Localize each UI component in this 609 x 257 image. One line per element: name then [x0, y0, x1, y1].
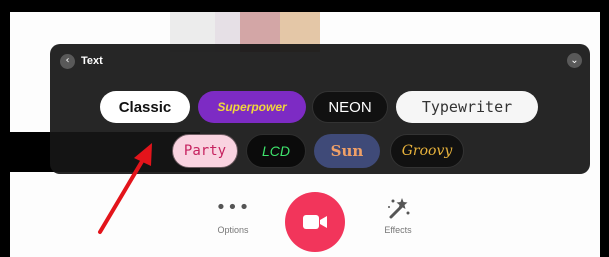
text-style-panel: ‹ Text ⌄ Classic Superpower NEON Typewri… [50, 44, 590, 174]
style-button-classic[interactable]: Classic [100, 91, 190, 123]
options-label: Options [217, 225, 249, 235]
style-button-party[interactable]: Party [172, 134, 238, 168]
options-button[interactable]: ••• Options [208, 197, 258, 236]
video-camera-icon [303, 215, 327, 229]
chevron-down-icon[interactable]: ⌄ [567, 53, 582, 68]
magic-wand-icon [385, 197, 411, 219]
style-button-lcd[interactable]: LCD [246, 134, 306, 168]
app-window: ‹ Text ⌄ Classic Superpower NEON Typewri… [10, 12, 600, 257]
style-button-typewriter[interactable]: Typewriter [396, 91, 538, 123]
effects-label: Effects [384, 225, 412, 235]
style-button-sun[interactable]: Sun [314, 134, 380, 168]
style-button-neon[interactable]: NEON [312, 91, 388, 123]
style-button-groovy[interactable]: Groovy [390, 134, 464, 168]
back-icon[interactable]: ‹ [60, 53, 75, 69]
panel-header: ‹ Text [60, 51, 103, 71]
record-button[interactable] [285, 192, 345, 252]
panel-title: Text [81, 55, 103, 67]
style-button-superpower[interactable]: Superpower [198, 91, 306, 123]
more-dots-icon: ••• [215, 197, 251, 218]
effects-button[interactable]: Effects [373, 197, 423, 235]
